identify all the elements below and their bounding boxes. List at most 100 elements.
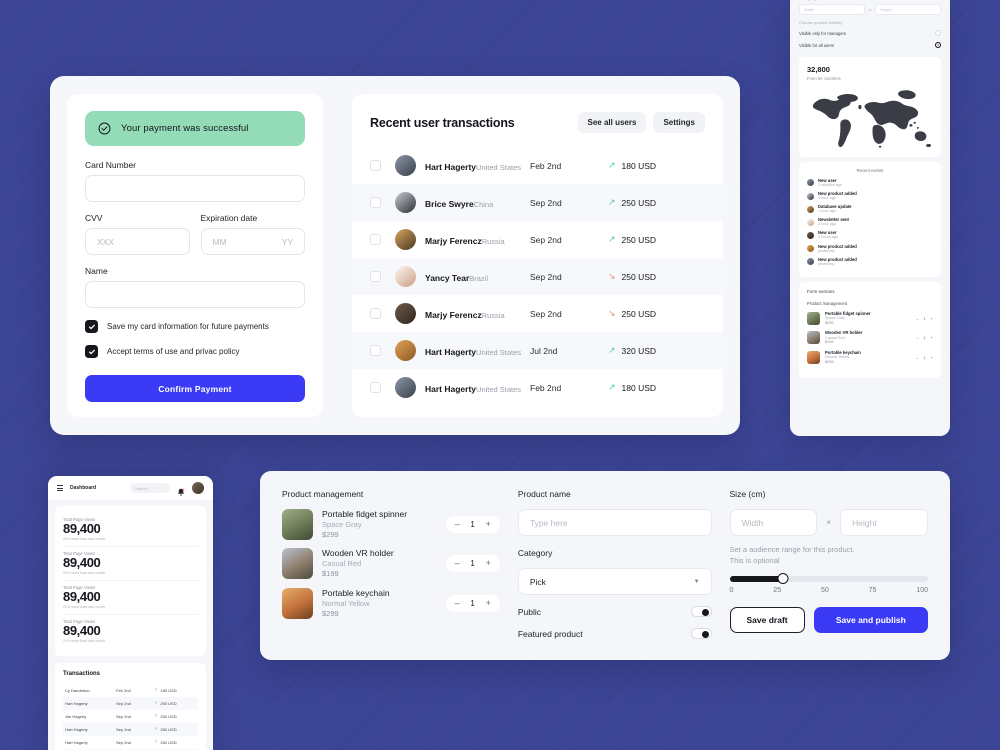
- list-item[interactable]: New product added yesterday: [807, 257, 933, 267]
- increment-button[interactable]: +: [931, 355, 933, 360]
- featured-product-toggle[interactable]: [690, 628, 712, 639]
- table-row[interactable]: Brice SwyreChina Sep 2nd ↗ 250 USD: [352, 184, 723, 221]
- decrement-button[interactable]: –: [916, 316, 918, 321]
- quantity-stepper[interactable]: –1 +: [916, 355, 933, 360]
- decrement-button[interactable]: –: [455, 559, 460, 568]
- visibility-option-managers[interactable]: Visible only for managers: [799, 27, 941, 39]
- visibility-option-all-users[interactable]: Visible for all users: [799, 39, 941, 51]
- row-checkbox[interactable]: [370, 345, 381, 356]
- arrow-up-icon: ↗: [154, 739, 158, 745]
- table-row[interactable]: Hart HagertyUnited States Feb 2nd ↗ 180 USD: [352, 369, 723, 406]
- increment-button[interactable]: +: [486, 598, 491, 608]
- category-selected-value: Pick: [529, 576, 546, 587]
- row-checkbox[interactable]: [370, 382, 381, 393]
- event-title: New product added: [818, 243, 857, 249]
- map-visitor-count: 32,800: [807, 65, 830, 74]
- checkbox-checked-icon[interactable]: [85, 345, 98, 358]
- transaction-date: Sep 2nd: [116, 700, 131, 706]
- save-and-publish-button[interactable]: Save and publish: [813, 606, 928, 633]
- list-item[interactable]: New product added yesterday: [807, 244, 933, 254]
- size-and-audience-column: Size (cm) Width × Height Set a audience …: [729, 489, 928, 642]
- product-name-input[interactable]: Type here: [517, 509, 712, 536]
- list-item[interactable]: Database update 1 hour ago: [807, 204, 933, 214]
- save-draft-button[interactable]: Save draft: [729, 606, 805, 633]
- confirm-payment-button[interactable]: Confirm Payment: [85, 375, 305, 402]
- row-checkbox[interactable]: [370, 271, 381, 282]
- side-height-input[interactable]: Height: [875, 4, 941, 15]
- public-toggle[interactable]: [690, 606, 712, 617]
- product-color: Space Gray: [322, 520, 362, 530]
- table-row[interactable]: Marjy FerenczRussia Sep 2nd ↗ 250 USD: [352, 221, 723, 258]
- table-row[interactable]: Yancy TearBrazil Sep 2nd ↘ 250 USD: [352, 258, 723, 295]
- quantity-stepper[interactable]: –1 +: [445, 555, 500, 573]
- row-checkbox[interactable]: [370, 234, 381, 245]
- decrement-button[interactable]: –: [916, 335, 918, 340]
- width-input[interactable]: Width: [729, 509, 818, 536]
- radio-unselected-icon[interactable]: [935, 30, 941, 36]
- dashboard-transactions-list: Cy Danderton Feb 2nd ↗ 180 USD Hart Hagerty S…: [63, 684, 198, 750]
- transaction-user-country: Russia: [481, 236, 505, 246]
- quantity-stepper[interactable]: –1 +: [916, 335, 933, 340]
- height-input[interactable]: Height: [840, 509, 928, 536]
- public-toggle-row[interactable]: Public: [518, 606, 712, 617]
- table-row: Hart Hagerty Sep 2nd ↗ 250 USD: [63, 736, 198, 749]
- transaction-amount: ↗ 180 USD: [608, 161, 656, 171]
- product-management-label: Product management: [282, 489, 364, 499]
- dashboard-search-input[interactable]: Search: [130, 483, 170, 493]
- chevron-down-icon: ▼: [693, 578, 700, 585]
- product-name: Portable keychain: [322, 587, 390, 598]
- increment-button[interactable]: +: [931, 316, 933, 321]
- stat-block: Total Page Views 89,400 21% more than last…: [63, 545, 198, 580]
- save-card-checkbox-row[interactable]: Save my card information for future paym…: [85, 320, 305, 333]
- table-row[interactable]: Hart HagertyUnited States Feb 2nd ↗ 180 USD: [352, 147, 723, 184]
- side-width-input[interactable]: Width: [799, 4, 865, 15]
- transaction-user-country: China: [473, 199, 494, 209]
- row-checkbox[interactable]: [370, 160, 381, 171]
- recent-events-list: New user 2 minutes ago New product added 1 …: [807, 178, 933, 266]
- featured-toggle-row[interactable]: Featured product: [518, 628, 712, 639]
- name-input[interactable]: [85, 281, 305, 308]
- slider-knob[interactable]: [777, 573, 789, 585]
- list-item[interactable]: New user 2 hours ago: [807, 230, 933, 240]
- row-checkbox[interactable]: [370, 308, 381, 319]
- hamburger-icon[interactable]: [57, 485, 63, 491]
- quantity-stepper[interactable]: –1 +: [445, 516, 500, 534]
- table-row: Hart Hagerty Sep 2nd ↗ 250 USD: [63, 696, 198, 710]
- list-item[interactable]: New product added 1 hour ago: [807, 191, 933, 201]
- increment-button[interactable]: +: [931, 335, 933, 340]
- dashboard-avatar[interactable]: [192, 482, 204, 494]
- see-all-users-button[interactable]: See all users: [577, 112, 647, 133]
- product-name-label: Product name: [517, 489, 571, 499]
- quantity-stepper[interactable]: –1 +: [445, 594, 500, 612]
- audience-range-slider[interactable]: 0 25 50 75 100: [729, 573, 928, 594]
- transaction-date: Sep 2nd: [116, 739, 131, 745]
- expiration-month-placeholder: MM: [212, 236, 227, 247]
- cvv-input[interactable]: XXX: [85, 228, 190, 255]
- increment-button[interactable]: +: [486, 559, 491, 568]
- decrement-button[interactable]: –: [455, 598, 460, 608]
- transaction-user-country: Russia: [481, 310, 505, 320]
- card-number-input[interactable]: [85, 175, 305, 202]
- increment-button[interactable]: +: [486, 520, 491, 529]
- list-item[interactable]: Newsletter sent 2 hour ago: [807, 217, 933, 227]
- transaction-user-country: United States: [476, 384, 522, 394]
- table-row[interactable]: Marjy FerenczRussia Sep 2nd ↘ 250 USD: [352, 295, 723, 332]
- decrement-button[interactable]: –: [916, 355, 918, 360]
- terms-checkbox-row[interactable]: Accept terms of use and privac policy: [85, 345, 305, 358]
- table-row[interactable]: Hart HagertyUnited States Jul 2nd ↗ 320 USD: [352, 332, 723, 369]
- slider-track[interactable]: [729, 573, 928, 585]
- event-time: yesterday: [818, 261, 835, 266]
- checkbox-checked-icon[interactable]: [85, 320, 98, 333]
- transaction-date: Sep 2nd: [530, 271, 562, 282]
- bell-icon[interactable]: [177, 484, 185, 496]
- row-checkbox[interactable]: [370, 197, 381, 208]
- transaction-user-name: Marjy Ferencz: [425, 309, 482, 320]
- settings-button[interactable]: Settings: [653, 112, 705, 133]
- radio-selected-icon[interactable]: [935, 42, 941, 48]
- quantity-stepper[interactable]: –1 +: [916, 316, 933, 321]
- expiration-input[interactable]: MM YY: [200, 228, 305, 255]
- product-color: Normal Yellow: [322, 598, 370, 608]
- list-item[interactable]: New user 2 minutes ago: [807, 178, 933, 188]
- category-select[interactable]: Pick ▼: [517, 568, 712, 595]
- decrement-button[interactable]: –: [455, 520, 460, 529]
